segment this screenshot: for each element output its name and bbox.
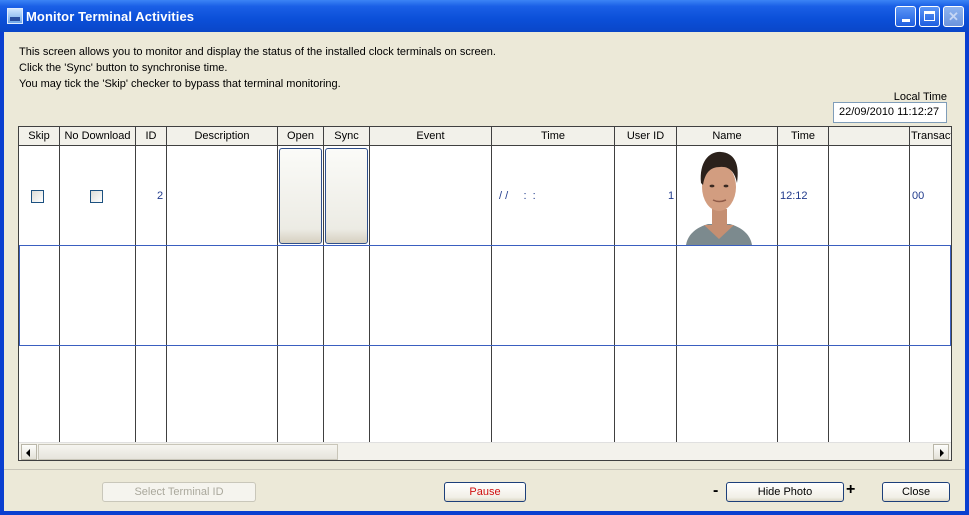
instructions: This screen allows you to monitor and di…	[19, 44, 496, 92]
column-header-id[interactable]: ID	[136, 127, 167, 146]
column-header-transact[interactable]: Transact	[910, 127, 951, 146]
column-header-user-id[interactable]: User ID	[615, 127, 677, 146]
skip-checkbox[interactable]	[31, 190, 44, 203]
app-icon	[7, 8, 23, 24]
open-button[interactable]	[279, 148, 322, 244]
close-icon: ✕	[948, 9, 959, 24]
instruction-line: Click the 'Sync' button to synchronise t…	[19, 62, 228, 74]
sync-button[interactable]	[325, 148, 368, 244]
terminal-id: 2	[157, 190, 164, 202]
maximize-icon	[924, 11, 935, 21]
close-window-button[interactable]: ✕	[943, 6, 964, 27]
column-header-no-download[interactable]: No Download	[60, 127, 136, 146]
increase-photo-size-button[interactable]: +	[846, 482, 855, 498]
instruction-line: You may tick the 'Skip' checker to bypas…	[19, 78, 341, 90]
select-terminal-id-button[interactable]: Select Terminal ID	[102, 482, 256, 502]
terminal-grid[interactable]: Skip No Download ID Description Open Syn…	[18, 126, 952, 461]
minimize-icon	[902, 19, 910, 22]
column-header-skip[interactable]: Skip	[19, 127, 60, 146]
no-download-checkbox[interactable]	[90, 190, 103, 203]
scroll-left-arrow-icon[interactable]	[21, 444, 37, 460]
decrease-photo-size-button[interactable]: -	[713, 483, 718, 499]
column-header-description[interactable]: Description	[167, 127, 278, 146]
maximize-button[interactable]	[919, 6, 940, 27]
instruction-line: This screen allows you to monitor and di…	[19, 46, 496, 58]
column-header-time[interactable]: Time	[492, 127, 615, 146]
close-button[interactable]: Close	[882, 482, 950, 502]
grid-header: Skip No Download ID Description Open Syn…	[19, 127, 951, 146]
pause-button[interactable]: Pause	[444, 482, 526, 502]
column-header-name[interactable]: Name	[677, 127, 778, 146]
user-photo	[682, 147, 756, 245]
scroll-thumb[interactable]	[38, 444, 338, 460]
selected-empty-row[interactable]	[19, 245, 951, 346]
client-area: This screen allows you to monitor and di…	[4, 32, 965, 511]
minimize-button[interactable]	[895, 6, 916, 27]
hide-photo-button[interactable]: Hide Photo	[726, 482, 844, 502]
window-title: Monitor Terminal Activities	[26, 9, 195, 24]
horizontal-scrollbar[interactable]	[19, 442, 951, 460]
window: Monitor Terminal Activities ✕ This scree…	[0, 0, 969, 515]
column-header-time-2[interactable]: Time	[778, 127, 829, 146]
column-header-open[interactable]: Open	[278, 127, 324, 146]
time-value: 12:12	[780, 190, 808, 202]
title-bar[interactable]: Monitor Terminal Activities ✕	[0, 0, 969, 32]
scroll-right-arrow-icon[interactable]	[933, 444, 949, 460]
local-time-field: 22/09/2010 11:12:27	[833, 102, 947, 123]
footer-bar: Select Terminal ID Pause - Hide Photo + …	[4, 469, 965, 511]
column-header-event[interactable]: Event	[370, 127, 492, 146]
column-header-sync[interactable]: Sync	[324, 127, 370, 146]
user-id: 1	[668, 190, 675, 202]
event-time: / / : :	[499, 190, 536, 202]
transact-value: 00	[912, 190, 925, 202]
column-header-blank[interactable]	[829, 127, 910, 146]
